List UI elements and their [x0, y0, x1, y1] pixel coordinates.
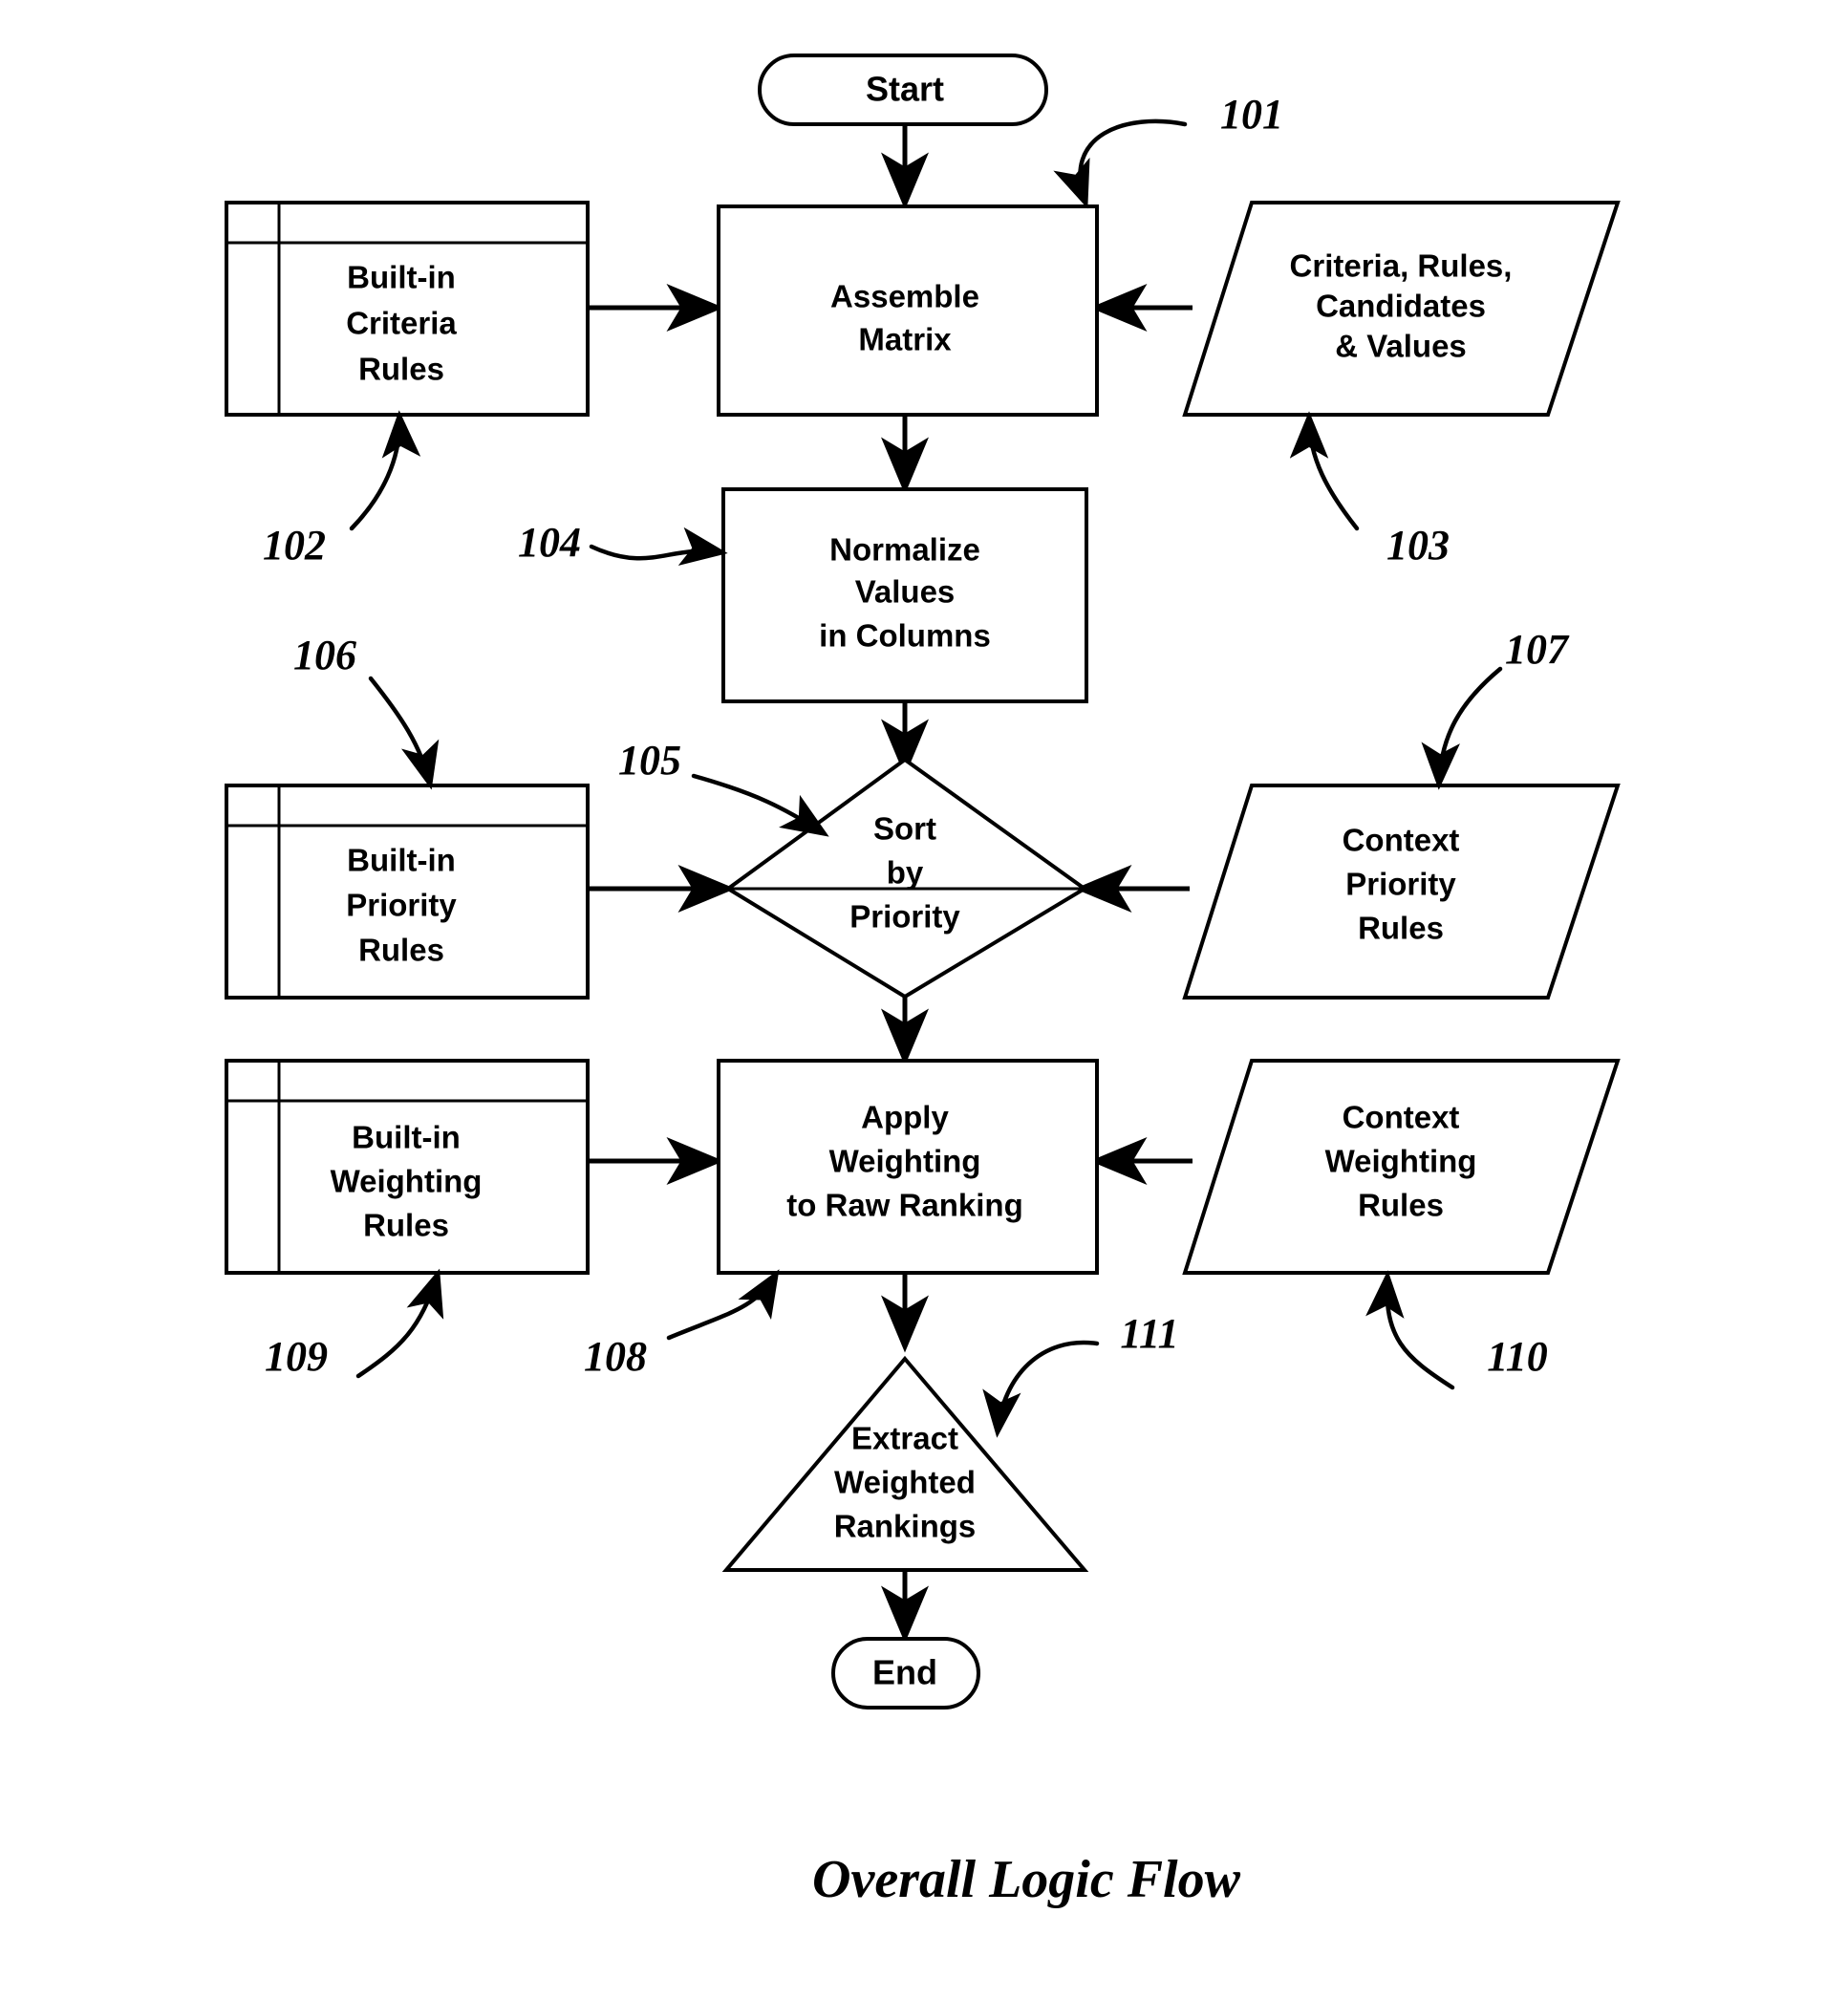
- node-builtin-weighting-rules-line2: Weighting: [331, 1164, 483, 1199]
- ref-103-text: 103: [1386, 522, 1450, 569]
- node-end-label: End: [872, 1653, 937, 1692]
- node-context-weighting-rules[interactable]: Context Weighting Rules: [1182, 1059, 1621, 1275]
- node-extract-weighted-rankings-line2: Weighted: [834, 1465, 976, 1500]
- node-context-priority-rules-line2: Priority: [1345, 867, 1456, 902]
- node-sort-by-priority-line1: Sort: [873, 811, 936, 847]
- node-criteria-rules-candidates-values[interactable]: Criteria, Rules, Candidates & Values: [1182, 201, 1621, 417]
- node-context-priority-rules-line1: Context: [1343, 823, 1460, 858]
- ref-107-text: 107: [1505, 626, 1570, 673]
- node-builtin-criteria-rules[interactable]: Built-in Criteria Rules: [225, 201, 590, 417]
- ref-105-text: 105: [618, 737, 681, 784]
- ref-108: 108: [584, 1269, 780, 1380]
- node-sort-by-priority-line3: Priority: [849, 899, 960, 935]
- ref-106-text: 106: [293, 632, 356, 678]
- overall-logic-flow-diagram: Start Built-in Criteria Rules Assemble M…: [225, 54, 1621, 1909]
- ref-102-text: 102: [263, 522, 326, 569]
- node-builtin-priority-rules[interactable]: Built-in Priority Rules: [225, 784, 590, 1000]
- node-builtin-priority-rules-line2: Priority: [346, 888, 457, 923]
- ref-101-text: 101: [1220, 91, 1283, 138]
- ref-106: 106: [293, 632, 440, 790]
- node-assemble-matrix[interactable]: Assemble Matrix: [717, 204, 1099, 417]
- node-start-label: Start: [866, 70, 944, 109]
- ref-108-text: 108: [584, 1333, 647, 1380]
- node-context-weighting-rules-line2: Weighting: [1325, 1144, 1477, 1179]
- node-builtin-criteria-rules-line2: Criteria: [346, 306, 457, 341]
- ref-109: 109: [265, 1268, 444, 1380]
- ref-107: 107: [1421, 626, 1570, 790]
- node-context-weighting-rules-line1: Context: [1343, 1100, 1460, 1135]
- ref-110-text: 110: [1487, 1333, 1548, 1380]
- node-normalize-values[interactable]: Normalize Values in Columns: [721, 487, 1088, 703]
- node-context-priority-rules[interactable]: Context Priority Rules: [1182, 784, 1621, 1000]
- ref-101: 101: [1053, 91, 1283, 209]
- node-start[interactable]: Start: [758, 54, 1048, 126]
- node-sort-by-priority-line2: by: [887, 855, 924, 891]
- node-context-priority-rules-line3: Rules: [1358, 911, 1444, 946]
- node-builtin-weighting-rules[interactable]: Built-in Weighting Rules: [225, 1059, 590, 1275]
- node-normalize-values-line2: Values: [855, 574, 956, 610]
- node-apply-weighting-line1: Apply: [861, 1100, 949, 1135]
- ref-110: 110: [1365, 1270, 1548, 1390]
- node-builtin-criteria-rules-line1: Built-in: [347, 260, 456, 295]
- ref-111-text: 111: [1120, 1310, 1178, 1357]
- node-extract-weighted-rankings-line3: Rankings: [834, 1509, 977, 1544]
- node-assemble-matrix-line1: Assemble: [830, 279, 979, 314]
- node-apply-weighting-line3: to Raw Ranking: [786, 1188, 1023, 1223]
- node-builtin-criteria-rules-line3: Rules: [358, 352, 444, 387]
- node-builtin-weighting-rules-line3: Rules: [363, 1208, 449, 1243]
- ref-104-text: 104: [518, 519, 581, 566]
- node-criteria-rules-candidates-values-line1: Criteria, Rules,: [1290, 248, 1513, 284]
- node-criteria-rules-candidates-values-line2: Candidates: [1316, 289, 1486, 324]
- node-builtin-weighting-rules-line1: Built-in: [352, 1120, 461, 1155]
- node-apply-weighting-line2: Weighting: [829, 1144, 981, 1179]
- figure-canvas: Start Built-in Criteria Rules Assemble M…: [0, 0, 1848, 2000]
- node-context-weighting-rules-line3: Rules: [1358, 1188, 1444, 1223]
- ref-104: 104: [518, 519, 728, 566]
- node-extract-weighted-rankings[interactable]: Extract Weighted Rankings: [721, 1355, 1089, 1572]
- ref-105: 105: [618, 737, 829, 837]
- node-end[interactable]: End: [831, 1637, 980, 1710]
- figure-caption: Overall Logic Flow: [812, 1850, 1241, 1909]
- node-extract-weighted-rankings-line1: Extract: [851, 1421, 958, 1456]
- node-assemble-matrix-line2: Matrix: [858, 322, 952, 357]
- ref-111: 111: [982, 1310, 1179, 1438]
- node-sort-by-priority[interactable]: Sort by Priority: [724, 757, 1088, 1000]
- node-criteria-rules-candidates-values-line3: & Values: [1335, 329, 1467, 364]
- node-apply-weighting[interactable]: Apply Weighting to Raw Ranking: [717, 1059, 1099, 1275]
- ref-109-text: 109: [265, 1333, 328, 1380]
- node-builtin-priority-rules-line3: Rules: [358, 933, 444, 968]
- ref-102: 102: [263, 410, 421, 569]
- node-builtin-priority-rules-line1: Built-in: [347, 843, 456, 878]
- node-normalize-values-line3: in Columns: [819, 618, 991, 654]
- ref-103: 103: [1289, 411, 1450, 569]
- node-normalize-values-line1: Normalize: [829, 532, 980, 568]
